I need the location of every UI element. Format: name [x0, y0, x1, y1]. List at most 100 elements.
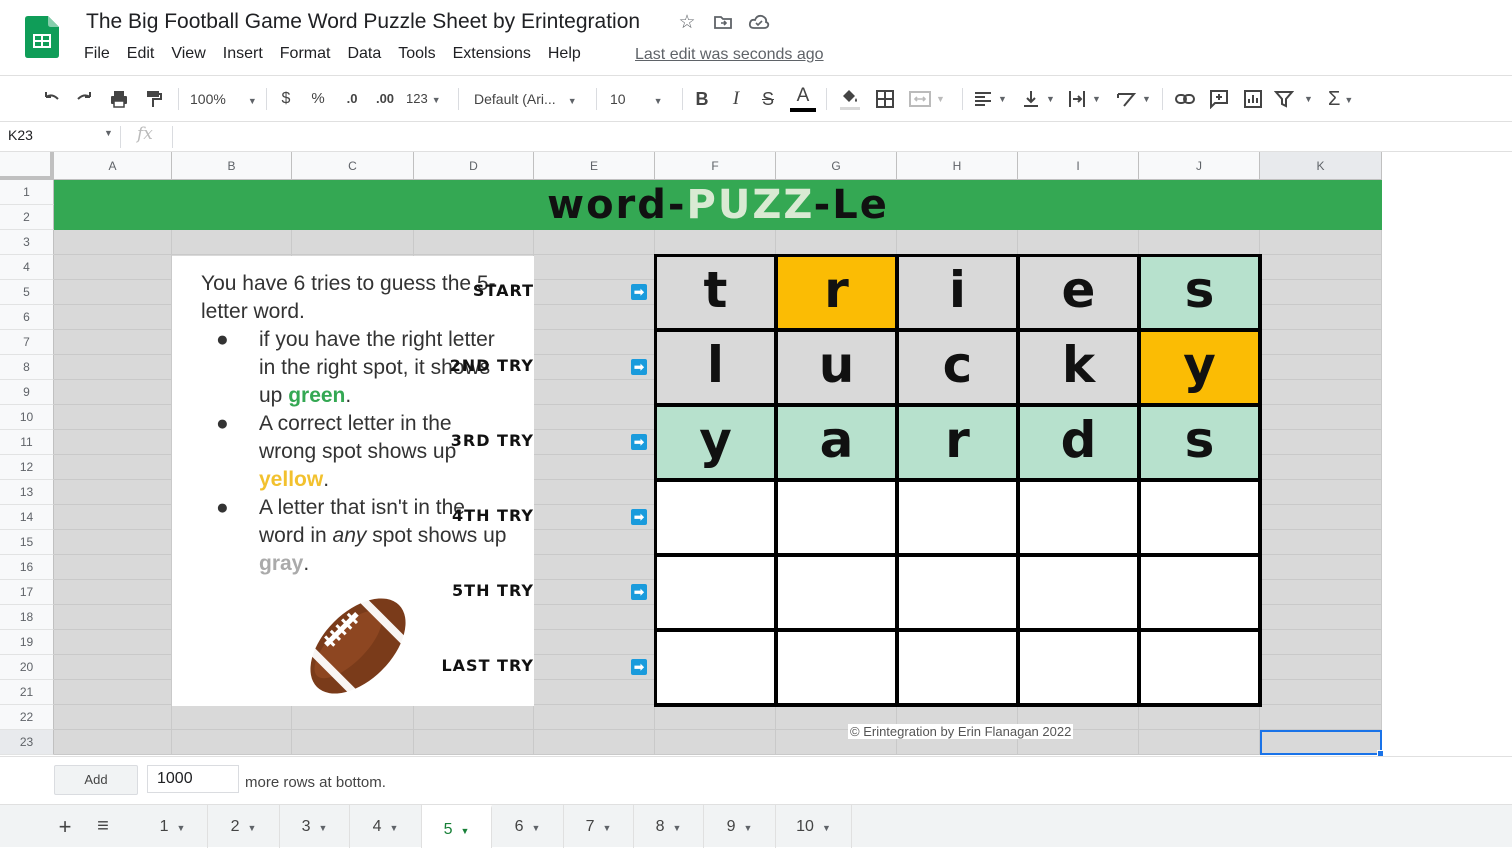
guess-cell-r5-c4[interactable] [1020, 557, 1137, 628]
document-title[interactable]: The Big Football Game Word Puzzle Sheet … [86, 10, 640, 34]
insert-comment-icon[interactable] [1206, 84, 1232, 114]
functions-icon[interactable]: Σ ▼ [1328, 84, 1368, 114]
rows-count-input[interactable]: 1000 [147, 765, 239, 793]
bold-button[interactable]: B [692, 84, 712, 114]
guess-cell-r5-c2[interactable] [778, 557, 895, 628]
sheet-tab-10[interactable]: 10 ▼ [776, 805, 852, 848]
menu-edit[interactable]: Edit [127, 45, 155, 67]
currency-format-button[interactable]: $ [276, 84, 296, 114]
row-header-19[interactable]: 19 [0, 630, 54, 655]
add-rows-button[interactable]: Add [54, 765, 138, 795]
column-header-k[interactable]: K [1260, 152, 1382, 180]
name-box[interactable]: K23 [8, 127, 33, 143]
guess-cell-r6-c2[interactable] [778, 632, 895, 703]
print-icon[interactable] [106, 84, 132, 114]
row-header-20[interactable]: 20 [0, 655, 54, 680]
guess-cell-r6-c5[interactable] [1141, 632, 1258, 703]
menu-extensions[interactable]: Extensions [453, 45, 531, 67]
star-icon[interactable]: ☆ [676, 12, 698, 34]
sheet-tab-5[interactable]: 5 ▼ [422, 805, 492, 848]
guess-cell-r2-c3[interactable]: c [899, 332, 1016, 403]
chevron-down-icon[interactable]: ▼ [602, 823, 611, 833]
sheet-tab-2[interactable]: 2 ▼ [208, 805, 280, 848]
guess-cell-r3-c4[interactable]: d [1020, 407, 1137, 478]
chevron-down-icon[interactable]: ▼ [176, 823, 185, 833]
italic-button[interactable]: I [726, 84, 746, 114]
row-header-22[interactable]: 22 [0, 705, 54, 730]
row-header-16[interactable]: 16 [0, 555, 54, 580]
guess-cell-r1-c5[interactable]: s [1141, 257, 1258, 328]
guess-cell-r3-c3[interactable]: r [899, 407, 1016, 478]
column-header-f[interactable]: F [655, 152, 776, 180]
chevron-down-icon[interactable]: ▼ [822, 823, 831, 833]
row-header-7[interactable]: 7 [0, 330, 54, 355]
guess-cell-r1-c4[interactable]: e [1020, 257, 1137, 328]
move-to-folder-icon[interactable] [712, 12, 734, 34]
cloud-saved-icon[interactable] [748, 12, 770, 34]
strikethrough-button[interactable]: S [758, 84, 778, 114]
undo-icon[interactable] [38, 84, 64, 114]
add-sheet-icon[interactable]: + [50, 805, 80, 848]
row-header-6[interactable]: 6 [0, 305, 54, 330]
chevron-down-icon[interactable]: ▼ [531, 823, 540, 833]
chevron-down-icon[interactable]: ▼ [104, 128, 113, 138]
row-header-14[interactable]: 14 [0, 505, 54, 530]
guess-cell-r4-c1[interactable] [657, 482, 774, 553]
sheet-tab-8[interactable]: 8 ▼ [634, 805, 704, 848]
row-header-11[interactable]: 11 [0, 430, 54, 455]
row-header-15[interactable]: 15 [0, 530, 54, 555]
insert-chart-icon[interactable] [1240, 84, 1266, 114]
fill-color-icon[interactable] [836, 84, 864, 114]
font-size-select[interactable]: 10 ▼ [610, 84, 670, 114]
row-header-18[interactable]: 18 [0, 605, 54, 630]
guess-cell-r3-c1[interactable]: y [657, 407, 774, 478]
column-header-d[interactable]: D [414, 152, 534, 180]
column-header-j[interactable]: J [1139, 152, 1260, 180]
borders-icon[interactable] [872, 84, 898, 114]
column-header-i[interactable]: I [1018, 152, 1139, 180]
sheet-tab-1[interactable]: 1 ▼ [138, 805, 208, 848]
row-header-4[interactable]: 4 [0, 255, 54, 280]
guess-cell-r6-c1[interactable] [657, 632, 774, 703]
guess-cell-r4-c3[interactable] [899, 482, 1016, 553]
column-header-b[interactable]: B [172, 152, 292, 180]
column-header-a[interactable]: A [54, 152, 172, 180]
guess-cell-r4-c4[interactable] [1020, 482, 1137, 553]
redo-icon[interactable] [72, 84, 98, 114]
guess-cell-r1-c1[interactable]: t [657, 257, 774, 328]
decrease-decimal-button[interactable]: .0 [340, 84, 364, 114]
guess-cell-r3-c2[interactable]: a [778, 407, 895, 478]
guess-cell-r5-c1[interactable] [657, 557, 774, 628]
menu-format[interactable]: Format [280, 45, 331, 67]
menu-help[interactable]: Help [548, 45, 581, 67]
guess-cell-r3-c5[interactable]: s [1141, 407, 1258, 478]
chevron-down-icon[interactable]: ▼ [318, 823, 327, 833]
menu-insert[interactable]: Insert [223, 45, 263, 67]
sheet-tab-3[interactable]: 3 ▼ [280, 805, 350, 848]
chevron-down-icon[interactable]: ▼ [460, 826, 469, 836]
sheets-logo-icon[interactable] [25, 16, 59, 58]
text-rotation-icon[interactable]: ▼ [1114, 84, 1154, 114]
guess-cell-r2-c1[interactable]: l [657, 332, 774, 403]
filter-icon[interactable]: ▼ [1273, 84, 1314, 114]
column-header-c[interactable]: C [292, 152, 414, 180]
guess-cell-r1-c2[interactable]: r [778, 257, 895, 328]
select-all-corner[interactable] [0, 152, 54, 180]
sheet-tab-6[interactable]: 6 ▼ [492, 805, 564, 848]
chevron-down-icon[interactable]: ▼ [672, 823, 681, 833]
row-header-21[interactable]: 21 [0, 680, 54, 705]
all-sheets-menu-icon[interactable]: ≡ [88, 805, 118, 848]
row-header-2[interactable]: 2 [0, 205, 54, 230]
guess-cell-r2-c4[interactable]: k [1020, 332, 1137, 403]
menu-view[interactable]: View [171, 45, 205, 67]
row-header-13[interactable]: 13 [0, 480, 54, 505]
row-header-12[interactable]: 12 [0, 455, 54, 480]
increase-decimal-button[interactable]: .00 [372, 84, 398, 114]
column-header-e[interactable]: E [534, 152, 655, 180]
merge-cells-icon[interactable]: ▼ [908, 84, 950, 114]
row-header-10[interactable]: 10 [0, 405, 54, 430]
row-header-17[interactable]: 17 [0, 580, 54, 605]
formula-input[interactable] [176, 124, 1506, 150]
guess-cell-r4-c5[interactable] [1141, 482, 1258, 553]
row-header-3[interactable]: 3 [0, 230, 54, 255]
